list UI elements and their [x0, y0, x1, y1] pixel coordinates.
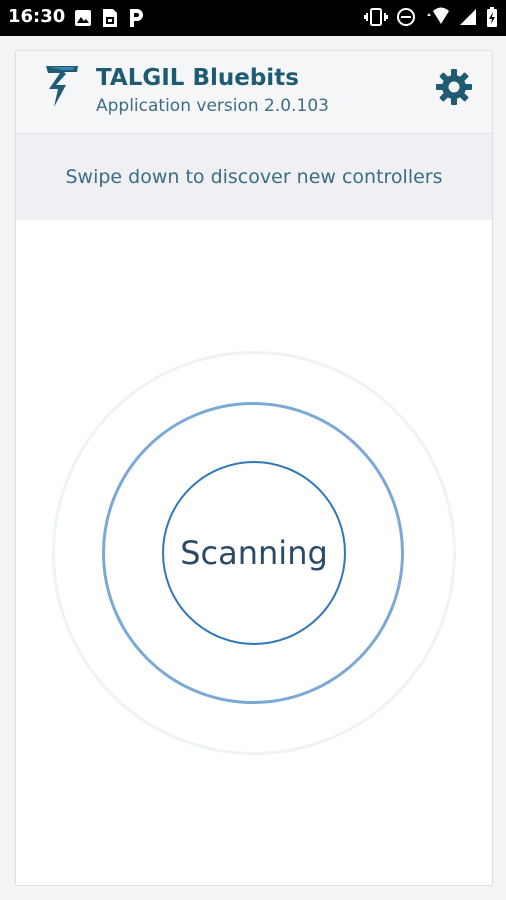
- status-right-icons: [364, 7, 498, 27]
- signal-icon: [460, 9, 476, 25]
- sim-card-icon: [103, 9, 117, 27]
- app-header: TALGIL Bluebits Application version 2.0.…: [16, 51, 492, 134]
- status-left-icons: [74, 8, 144, 28]
- main-card: TALGIL Bluebits Application version 2.0.…: [15, 50, 493, 886]
- gear-icon[interactable]: [434, 67, 474, 107]
- app-version: Application version 2.0.103: [96, 96, 329, 116]
- vibrate-icon: [364, 8, 388, 26]
- parking-icon: [130, 9, 143, 27]
- do-not-disturb-icon: [397, 8, 415, 26]
- talgil-logo-icon: [46, 66, 78, 107]
- app-title: TALGIL Bluebits: [96, 65, 299, 91]
- discover-hint-bar: Swipe down to discover new controllers: [16, 134, 492, 220]
- discover-hint-text: Swipe down to discover new controllers: [65, 166, 443, 188]
- status-time: 16:30: [8, 6, 66, 27]
- wifi-icon: [427, 7, 449, 24]
- battery-icon: [487, 7, 497, 27]
- image-icon: [75, 10, 91, 26]
- scan-area: Scanning: [16, 221, 492, 885]
- scanning-label: Scanning: [180, 534, 328, 572]
- status-bar: 16:30: [0, 0, 506, 36]
- scan-ring-inner: Scanning: [162, 461, 346, 645]
